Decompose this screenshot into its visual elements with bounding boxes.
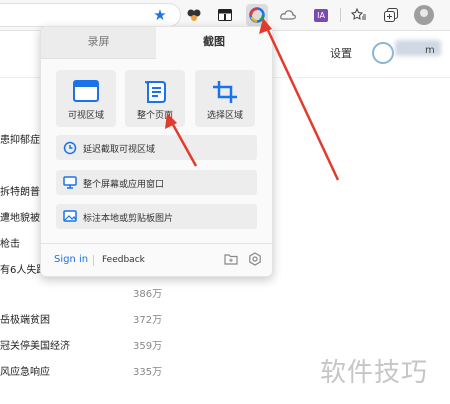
news-item[interactable]: 冠关停美国经济	[0, 337, 70, 352]
tab-screenshot[interactable]: 截图	[156, 27, 272, 58]
heat-value: 359万	[133, 341, 163, 352]
arrow-to-extension	[264, 25, 340, 181]
popup-footer-divider	[41, 243, 272, 244]
folder-icon[interactable]	[224, 252, 238, 266]
reader-icon[interactable]	[216, 6, 234, 24]
news-item[interactable]: 枪击	[0, 235, 20, 250]
favorite-star-icon[interactable]: ★	[151, 6, 169, 24]
profile-name-tail: m	[425, 45, 435, 56]
timer-icon	[63, 141, 77, 155]
heat-value: 335万	[133, 367, 163, 378]
visible-area-button[interactable]: 可视区域	[56, 70, 116, 127]
toolbar-divider	[340, 8, 341, 22]
heat-value: 372万	[133, 315, 163, 326]
news-item[interactable]: 遭地貌被	[0, 209, 40, 224]
annotate-image-button[interactable]: 标注本地或剪贴板图片	[56, 204, 257, 229]
heat-value: 386万	[133, 289, 163, 300]
screenshot-extension-icon[interactable]	[246, 4, 268, 26]
popup-tabs: 录屏 截图	[41, 27, 272, 59]
profile-avatar[interactable]	[414, 5, 434, 25]
scroll-page-icon	[144, 81, 166, 103]
profile-circle[interactable]	[372, 42, 394, 64]
news-item[interactable]: 患抑郁症	[0, 131, 40, 146]
news-item[interactable]: 风应急响应	[0, 363, 50, 378]
crop-icon	[213, 81, 237, 103]
full-screen-button[interactable]: 整个屏幕或应用窗口	[56, 170, 257, 195]
full-screen-label: 整个屏幕或应用窗口	[83, 180, 165, 190]
window-icon	[73, 80, 99, 102]
settings-gear-icon[interactable]	[248, 252, 262, 266]
feedback-link[interactable]: Feedback	[102, 255, 145, 265]
annotate-image-label: 标注本地或剪贴板图片	[83, 214, 174, 224]
tab-record[interactable]: 录屏	[41, 27, 156, 59]
settings-link[interactable]: 设置	[330, 45, 352, 61]
screenshot-popup: 录屏 截图 可视区域 整个页面 选择区域 延迟截取可视区域 整个屏幕或应用窗口 …	[40, 26, 273, 277]
collections-icon[interactable]	[382, 6, 400, 24]
select-area-label: 选择区域	[206, 111, 243, 121]
sign-in-link[interactable]: Sign in	[54, 254, 88, 265]
select-area-button[interactable]: 选择区域	[195, 70, 255, 127]
watermark: 软件技巧	[320, 358, 429, 388]
extension-icon[interactable]	[185, 6, 203, 24]
delay-capture-label: 延迟截取可视区域	[83, 145, 156, 155]
visible-area-label: 可视区域	[67, 111, 104, 121]
monitor-icon	[63, 176, 77, 189]
cloud-icon[interactable]	[279, 6, 297, 24]
full-page-label: 整个页面	[136, 111, 173, 121]
footer-separator	[93, 255, 94, 266]
image-icon	[63, 210, 77, 222]
favorites-icon[interactable]	[350, 6, 368, 24]
full-page-button[interactable]: 整个页面	[125, 70, 185, 127]
delay-capture-button[interactable]: 延迟截取可视区域	[56, 135, 257, 160]
news-item[interactable]: 岳极端贫困	[0, 311, 50, 326]
ia-extension-icon[interactable]: IA	[312, 6, 330, 24]
